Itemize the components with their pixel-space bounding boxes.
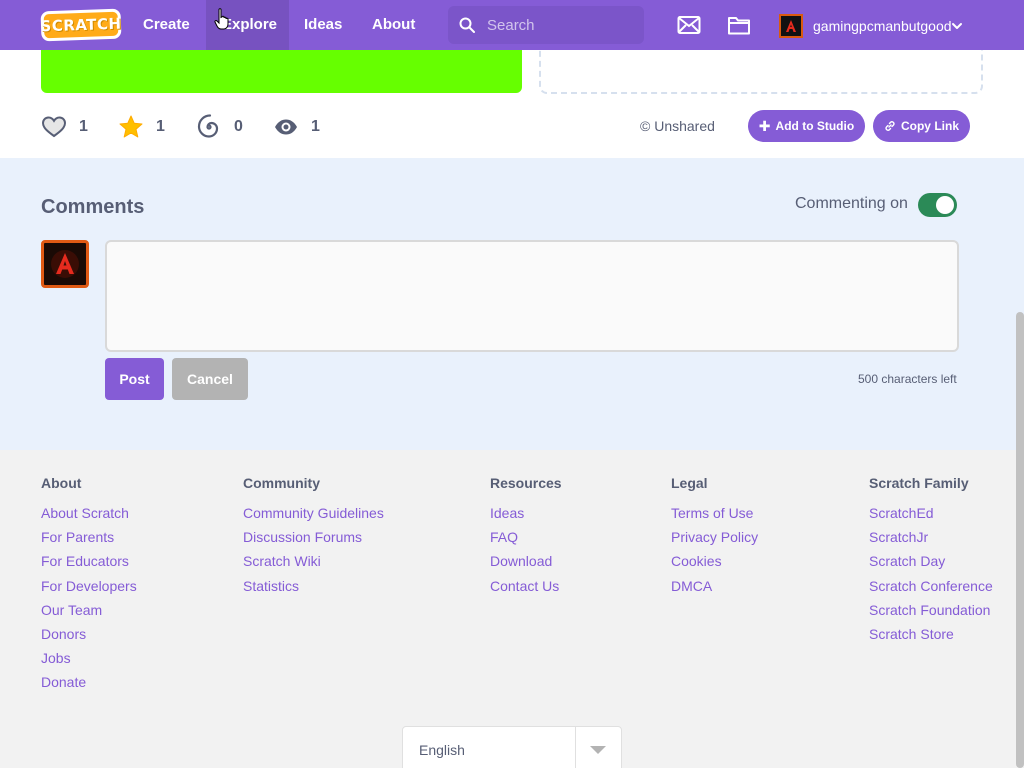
footer-link[interactable]: For Educators xyxy=(41,553,137,577)
comments-section: Comments Commenting on Post Cancel 500 c… xyxy=(0,158,1024,450)
commenter-avatar xyxy=(41,240,89,288)
love-stat[interactable]: 1 xyxy=(41,114,88,140)
characters-left-counter: 500 characters left xyxy=(858,372,957,386)
footer-link[interactable]: Contact Us xyxy=(490,578,562,602)
search-icon xyxy=(459,17,475,33)
commenting-toggle[interactable] xyxy=(918,193,957,217)
language-select[interactable]: English xyxy=(402,726,622,768)
footer-link[interactable]: FAQ xyxy=(490,529,562,553)
footer-column-resources: Resources Ideas FAQ Download Contact Us xyxy=(490,475,562,602)
search-bar[interactable] xyxy=(448,6,644,44)
footer-link[interactable]: ScratchEd xyxy=(869,505,993,529)
chevron-down-icon[interactable] xyxy=(950,19,964,33)
footer-column-scratch-family: Scratch Family ScratchEd ScratchJr Scrat… xyxy=(869,475,993,650)
footer-link[interactable]: About Scratch xyxy=(41,505,137,529)
nav-about[interactable]: About xyxy=(356,0,431,50)
add-to-studio-button[interactable]: ✚ Add to Studio xyxy=(748,110,865,142)
project-section: 1 1 0 1 © Unshared ✚ Add to Studio Copy … xyxy=(0,46,1024,158)
heart-icon xyxy=(41,116,67,138)
comment-input[interactable] xyxy=(105,240,959,352)
footer-column-community: Community Community Guidelines Discussio… xyxy=(243,475,384,602)
eye-icon xyxy=(275,119,297,135)
footer-link[interactable]: Scratch Wiki xyxy=(243,553,384,577)
project-stage[interactable] xyxy=(41,50,522,93)
footer-link[interactable]: ScratchJr xyxy=(869,529,993,553)
footer-column-legal: Legal Terms of Use Privacy Policy Cookie… xyxy=(671,475,758,602)
star-icon xyxy=(119,115,143,138)
remix-stat: 0 xyxy=(196,114,243,140)
remix-count: 0 xyxy=(234,118,243,135)
footer-link[interactable]: Statistics xyxy=(243,578,384,602)
comments-title: Comments xyxy=(41,196,145,218)
nav-ideas[interactable]: Ideas xyxy=(288,0,358,50)
post-button[interactable]: Post xyxy=(105,358,164,400)
footer-link[interactable]: DMCA xyxy=(671,578,758,602)
avatar-a-icon xyxy=(51,250,79,278)
love-count: 1 xyxy=(79,118,88,135)
user-avatar-a-icon xyxy=(786,20,796,32)
footer-link[interactable]: Download xyxy=(490,553,562,577)
caret-down-icon xyxy=(590,746,606,754)
footer-link[interactable]: Community Guidelines xyxy=(243,505,384,529)
unshared-status: © Unshared xyxy=(640,118,715,134)
messages-icon[interactable] xyxy=(677,14,701,36)
page-scrollbar[interactable] xyxy=(1016,312,1024,768)
scratch-logo[interactable]: SCRATCH xyxy=(40,8,122,42)
footer-link[interactable]: Our Team xyxy=(41,602,137,626)
footer-heading: Scratch Family xyxy=(869,475,969,491)
views-stat: 1 xyxy=(273,114,320,140)
commenting-toggle-label: Commenting on xyxy=(795,195,908,212)
footer-link[interactable]: Jobs xyxy=(41,650,137,674)
footer: About About Scratch For Parents For Educ… xyxy=(0,450,1024,768)
views-count: 1 xyxy=(311,118,320,135)
footer-link[interactable]: Ideas xyxy=(490,505,562,529)
top-nav: SCRATCH Create Explore Ideas About gamin… xyxy=(0,0,1024,50)
hand-cursor-icon xyxy=(214,8,229,30)
language-select-divider xyxy=(575,727,576,768)
plus-icon: ✚ xyxy=(758,117,771,134)
favorite-count: 1 xyxy=(156,118,165,135)
footer-heading: About xyxy=(41,475,82,491)
footer-link[interactable]: Cookies xyxy=(671,553,758,577)
footer-column-about: About About Scratch For Parents For Educ… xyxy=(41,475,137,699)
username[interactable]: gamingpcmanbutgood xyxy=(813,0,952,50)
copy-link-label: Copy Link xyxy=(900,119,959,133)
footer-link[interactable]: For Parents xyxy=(41,529,137,553)
nav-create[interactable]: Create xyxy=(127,0,206,50)
my-stuff-folder-icon[interactable] xyxy=(727,14,751,36)
remix-spiral-icon xyxy=(197,114,219,138)
footer-link[interactable]: Privacy Policy xyxy=(671,529,758,553)
user-avatar-small[interactable] xyxy=(779,14,803,38)
footer-heading: Legal xyxy=(671,475,708,491)
footer-link[interactable]: Donate xyxy=(41,674,137,698)
project-notes-box xyxy=(539,46,983,94)
footer-link[interactable]: For Developers xyxy=(41,578,137,602)
cancel-button[interactable]: Cancel xyxy=(172,358,248,400)
footer-link[interactable]: Scratch Conference xyxy=(869,578,993,602)
add-to-studio-label: Add to Studio xyxy=(775,119,855,133)
footer-link[interactable]: Scratch Day xyxy=(869,553,993,577)
footer-link[interactable]: Terms of Use xyxy=(671,505,758,529)
favorite-stat[interactable]: 1 xyxy=(118,114,165,140)
footer-link[interactable]: Donors xyxy=(41,626,137,650)
search-input[interactable] xyxy=(487,16,637,34)
footer-heading: Resources xyxy=(490,475,562,491)
footer-link[interactable]: Scratch Store xyxy=(869,626,993,650)
toggle-knob xyxy=(936,196,954,214)
copy-link-button[interactable]: Copy Link xyxy=(873,110,970,142)
footer-heading: Community xyxy=(243,475,320,491)
footer-link[interactable]: Scratch Foundation xyxy=(869,602,993,626)
link-icon xyxy=(885,121,895,131)
footer-link[interactable]: Discussion Forums xyxy=(243,529,384,553)
language-selected-value: English xyxy=(419,742,465,758)
